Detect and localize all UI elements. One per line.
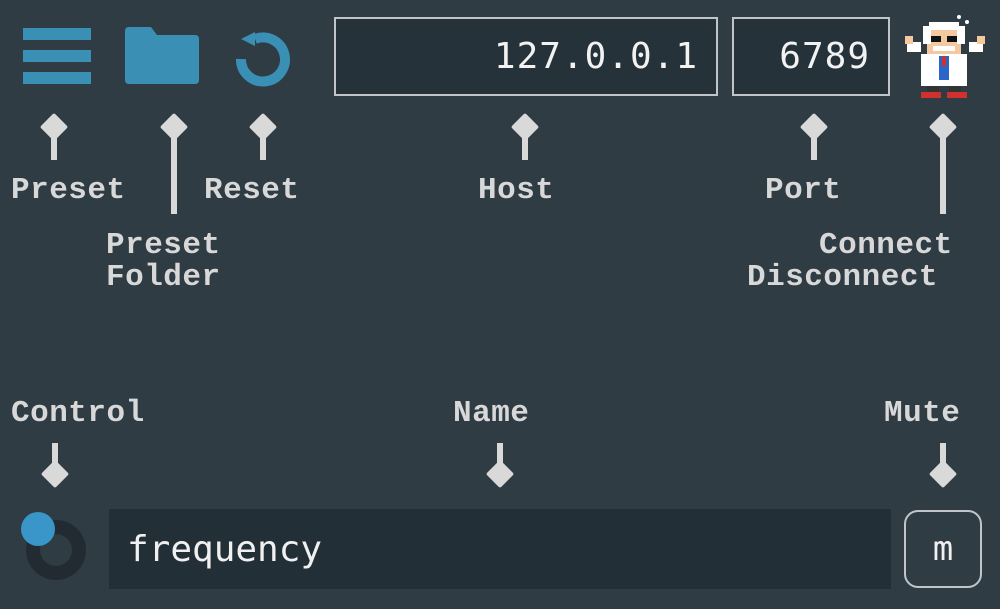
port-label: Port — [765, 173, 842, 208]
knob-icon[interactable] — [18, 512, 94, 584]
preset-folder-label-line2: Folder — [106, 260, 221, 295]
host-label: Host — [478, 173, 555, 208]
preset-label: Preset — [11, 173, 126, 208]
folder-icon[interactable] — [125, 27, 199, 84]
connect-label: Connect — [819, 228, 953, 263]
mute-button[interactable]: m — [904, 510, 982, 588]
name-input[interactable]: frequency — [109, 509, 891, 589]
mascot-character-icon — [905, 15, 985, 98]
preset-folder-label-line1: Preset — [106, 228, 221, 263]
control-label: Control — [11, 396, 145, 431]
hamburger-menu-icon[interactable] — [23, 28, 91, 84]
reset-arrow-icon[interactable] — [233, 26, 291, 88]
connect-button[interactable] — [903, 12, 987, 100]
host-input[interactable]: 127.0.0.1 — [334, 17, 718, 96]
disconnect-label: Disconnect — [747, 260, 939, 295]
reset-label: Reset — [204, 173, 300, 208]
mute-label: Mute — [884, 396, 961, 431]
port-input[interactable]: 6789 — [732, 17, 890, 96]
name-label: Name — [453, 396, 530, 431]
